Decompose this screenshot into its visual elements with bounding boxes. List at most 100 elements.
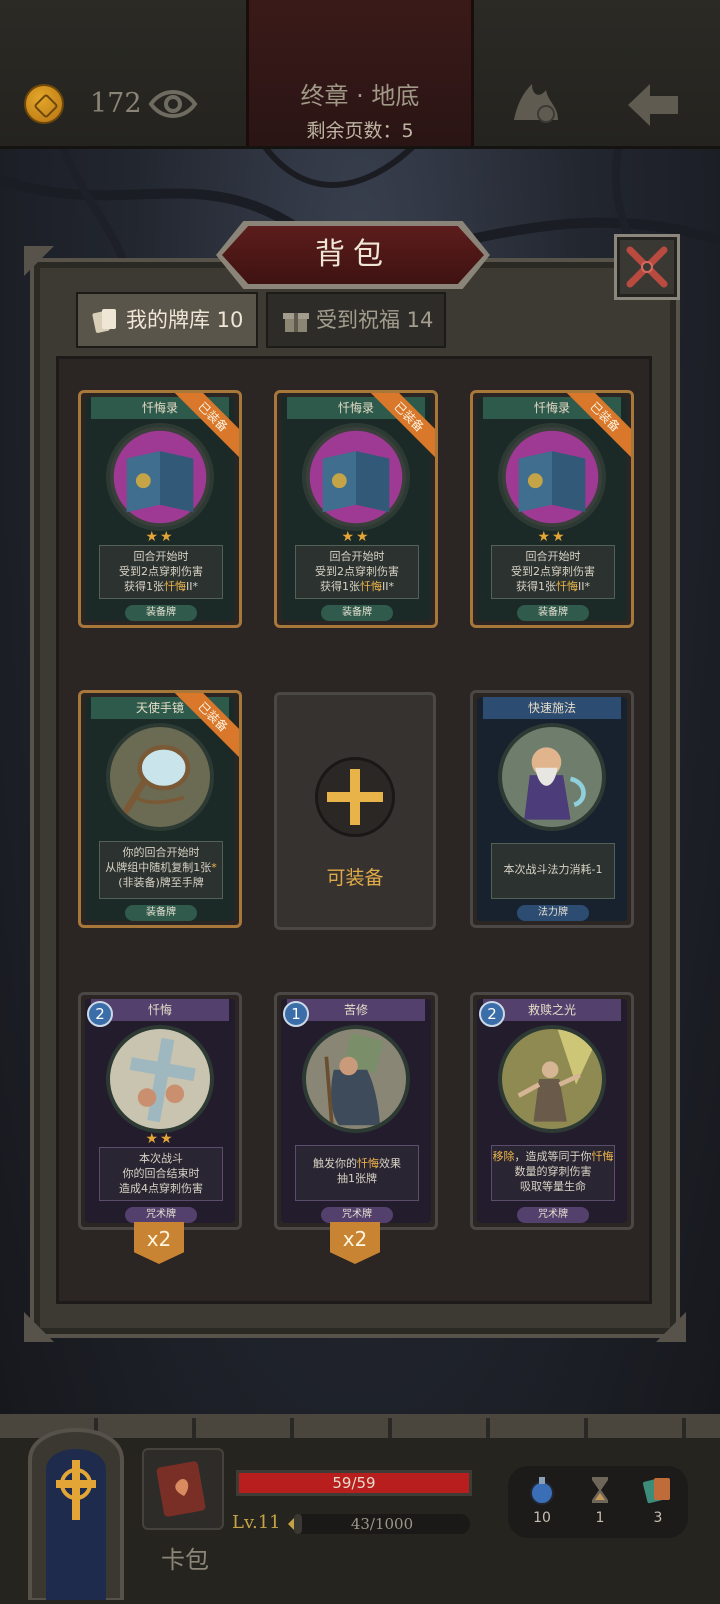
desc-line: 从牌组中随机复制1张* — [105, 861, 217, 874]
coin-count: 172 — [90, 88, 142, 119]
potion-icon — [530, 1477, 554, 1505]
card-description: 本次战斗法力消耗-1 — [491, 843, 615, 899]
card-description: 你的回合开始时 从牌组中随机复制1张* (非装备)牌至手牌 — [99, 841, 223, 899]
card-type: 咒术牌 — [517, 1207, 589, 1223]
card-quick-cast[interactable]: 快速施法 本次战斗法力消耗-1 法力牌 — [470, 690, 634, 928]
gift-box-icon — [283, 313, 309, 332]
desc-line: 受到2点穿刺伤害 — [315, 565, 399, 578]
deck-icon — [92, 309, 116, 333]
close-icon — [626, 246, 668, 288]
chapter-plate: 终章 · 地底 剩余页数：5 — [246, 0, 474, 146]
card-confession-book[interactable]: 忏悔录 ★★ 回合开始时 受到2点穿刺伤害 获得1张忏悔II* 装备牌 已装备 — [470, 390, 634, 628]
top-bar: 172 终章 · 地底 剩余页数：5 — [0, 0, 720, 149]
card-type: 装备牌 — [517, 605, 589, 621]
card-art — [106, 423, 214, 531]
cards-icon — [643, 1478, 670, 1504]
card-pack-icon — [156, 1461, 206, 1517]
card-type: 装备牌 — [125, 605, 197, 621]
hourglass-count: 1 — [595, 1510, 605, 1526]
card-art — [498, 723, 606, 831]
desc-line: 受到2点穿刺伤害 — [511, 565, 595, 578]
card-description: 触发你的忏悔效果 抽1张牌 — [295, 1145, 419, 1201]
card-description: 回合开始时 受到2点穿刺伤害 获得1张忏悔II* — [99, 545, 223, 599]
hp-bar: 59/59 — [236, 1470, 472, 1496]
card-confession-book[interactable]: 忏悔录 ★★ 回合开始时 受到2点穿刺伤害 获得1张忏悔II* 装备牌 已装备 — [274, 390, 438, 628]
tab-blessings[interactable]: 受到祝福 14 — [266, 292, 446, 348]
desc-line: 回合开始时 — [329, 550, 385, 563]
card-description: 本次战斗 你的回合结束时 造成4点穿刺伤害 — [99, 1147, 223, 1201]
back-arrow-icon[interactable] — [624, 80, 682, 130]
desc-line: 获得1张忏悔II* — [516, 580, 590, 593]
hp-text: 59/59 — [332, 1474, 376, 1492]
plus-icon-frame — [315, 757, 395, 837]
potion-count: 10 — [533, 1510, 551, 1526]
card-type: 咒术牌 — [125, 1207, 197, 1223]
book-icon — [505, 430, 599, 524]
card-art — [106, 723, 214, 831]
monk-icon — [324, 1032, 384, 1126]
desc-line: 抽1张牌 — [337, 1172, 377, 1185]
card-description: 移除，造成等同于你忏悔 数量的穿刺伤害 吸取等量生命 — [491, 1145, 615, 1201]
plus-icon — [327, 769, 383, 825]
desc-line: 本次战斗法力消耗-1 — [503, 863, 603, 876]
hourglass-resource[interactable]: 1 — [580, 1474, 620, 1538]
chapter-title: 终章 · 地底 — [300, 82, 420, 110]
desc-line: 吸取等量生命 — [520, 1180, 586, 1193]
card-repent[interactable]: 忏悔 ★★ 本次战斗 你的回合结束时 造成4点穿刺伤害 咒术牌 2 — [78, 992, 242, 1230]
desc-line: 获得1张忏悔II* — [320, 580, 394, 593]
empty-equip-slot[interactable]: 可装备 — [274, 692, 436, 930]
card-type: 法力牌 — [517, 905, 589, 921]
card-art — [302, 423, 410, 531]
hourglass-icon — [592, 1477, 608, 1503]
desc-line: 造成4点穿刺伤害 — [119, 1182, 203, 1195]
book-icon — [309, 430, 403, 524]
card-pack-button[interactable] — [142, 1448, 224, 1530]
level-label: Lv.11 — [232, 1512, 281, 1533]
shrine-icon[interactable] — [16, 1400, 136, 1600]
card-stars: ★★ — [537, 529, 567, 545]
xp-bar: 43/1000 — [294, 1514, 470, 1534]
coin-icon — [24, 84, 64, 124]
desc-line: 你的回合结束时 — [122, 1167, 200, 1180]
card-type: 咒术牌 — [321, 1207, 393, 1223]
equip-slot-label: 可装备 — [326, 867, 384, 889]
card-stars: ★★ — [341, 529, 371, 545]
card-redemption-light[interactable]: 救赎之光 移除，造成等同于你忏悔 数量的穿刺伤害 吸取等量生命 咒术牌 2 — [470, 992, 634, 1230]
card-angel-mirror[interactable]: 天使手镜 你的回合开始时 从牌组中随机复制1张* (非装备)牌至手牌 装备牌 已… — [78, 690, 242, 928]
mana-cost: 2 — [479, 1001, 505, 1027]
card-name: 快速施法 — [483, 697, 621, 719]
desc-line: 移除，造成等同于你忏悔 — [492, 1150, 614, 1163]
card-stars: ★★ — [145, 529, 175, 545]
desc-line: 回合开始时 — [133, 550, 189, 563]
mana-cost: 1 — [283, 1001, 309, 1027]
desc-line: 回合开始时 — [525, 550, 581, 563]
light-figure-icon — [517, 1029, 602, 1122]
cards-resource[interactable]: 3 — [638, 1474, 678, 1538]
desc-line: 触发你的忏悔效果 — [313, 1157, 401, 1170]
tab-my-deck[interactable]: 我的牌库 10 — [76, 292, 258, 348]
tab-blessings-label: 受到祝福 14 — [316, 308, 434, 332]
card-pack-label[interactable]: 卡包 — [148, 1540, 222, 1575]
card-type: 装备牌 — [321, 605, 393, 621]
close-button[interactable] — [614, 234, 680, 300]
card-type: 装备牌 — [125, 905, 197, 921]
desc-line: (非装备)牌至手牌 — [118, 876, 204, 889]
blessing-icon[interactable] — [510, 80, 562, 126]
card-confession-book[interactable]: 忏悔录 ★★ 回合开始时 受到2点穿刺伤害 获得1张忏悔II* 装备牌 已装备 — [78, 390, 242, 628]
desc-line: 受到2点穿刺伤害 — [119, 565, 203, 578]
xp-text: 43/1000 — [350, 1515, 414, 1533]
cards-count: 3 — [653, 1510, 663, 1526]
tab-my-deck-label: 我的牌库 10 — [126, 308, 244, 332]
mirror-icon — [119, 745, 191, 820]
eye-icon[interactable] — [148, 86, 198, 122]
card-penance[interactable]: 苦修 触发你的忏悔效果 抽1张牌 咒术牌 1 — [274, 992, 438, 1230]
card-art — [106, 1025, 214, 1133]
pages-left: 剩余页数：5 — [306, 120, 414, 142]
potion-resource[interactable]: 10 — [522, 1474, 562, 1538]
panel-title: 背包 — [315, 237, 391, 272]
cross-icon — [129, 1037, 196, 1123]
desc-line: 你的回合开始时 — [122, 846, 200, 859]
book-icon — [113, 430, 207, 524]
desc-line: 本次战斗 — [139, 1152, 183, 1165]
wizard-icon — [524, 747, 586, 820]
